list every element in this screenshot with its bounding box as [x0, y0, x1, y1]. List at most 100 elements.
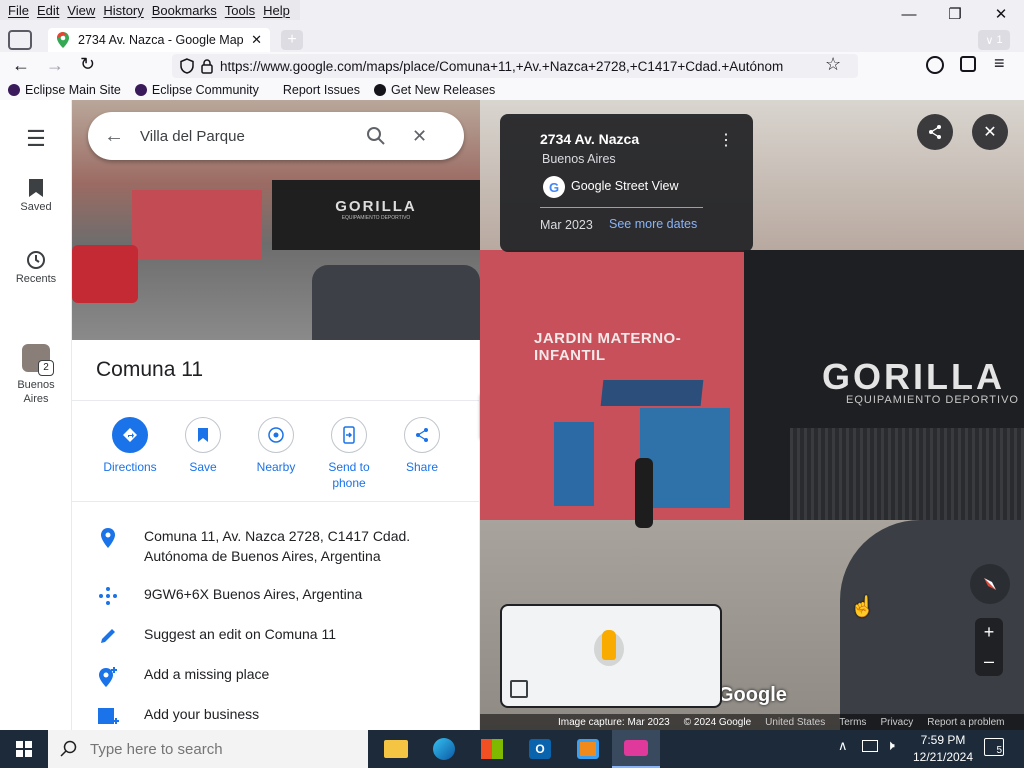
minimize-button[interactable]: —: [886, 0, 932, 28]
network-icon[interactable]: [862, 740, 878, 752]
tab-count: 1: [996, 34, 1003, 46]
bookmark-eclipse-community[interactable]: Eclipse Community: [134, 83, 259, 97]
nearby-button[interactable]: Nearby: [240, 417, 312, 475]
back-arrow-icon[interactable]: ←: [104, 125, 124, 148]
region-link[interactable]: United States: [765, 717, 825, 728]
bookmark-get-new-releases[interactable]: Get New Releases: [373, 83, 495, 97]
account-icon[interactable]: [926, 56, 944, 74]
notification-count: 5: [996, 745, 1002, 756]
bookmark-star-icon[interactable]: ☆: [825, 54, 841, 75]
search-icon: [60, 740, 77, 757]
pencil-icon: [101, 629, 115, 643]
rail-recent-place[interactable]: 2 Buenos Aires: [0, 344, 72, 406]
bookmark-report-issues[interactable]: Report Issues: [283, 83, 360, 97]
rail-recents[interactable]: Recents: [0, 250, 72, 285]
taskbar-clock[interactable]: 7:59 PM 12/21/2024: [912, 732, 974, 766]
menu-edit[interactable]: Edit: [33, 3, 63, 18]
app-menu-icon[interactable]: ≡: [994, 53, 1005, 74]
close-window-button[interactable]: ✕: [978, 0, 1024, 28]
shield-icon[interactable]: [180, 58, 194, 74]
fullscreen-icon[interactable]: [510, 680, 528, 698]
menu-bookmarks[interactable]: Bookmarks: [148, 3, 221, 18]
add-business-row[interactable]: Add your business: [72, 704, 480, 726]
taskbar-search[interactable]: [48, 730, 368, 768]
share-street-view-button[interactable]: [917, 114, 953, 150]
blue-awning: [600, 380, 704, 406]
maximize-button[interactable]: ❐: [932, 0, 978, 28]
parked-car: [312, 265, 480, 340]
nearby-icon: [258, 417, 294, 453]
url-bar[interactable]: https://www.google.com/maps/place/Comuna…: [172, 54, 858, 78]
menu-history[interactable]: History: [99, 3, 147, 18]
back-arrow-icon[interactable]: ←: [12, 55, 30, 76]
search-box: ← ✕: [88, 112, 464, 160]
new-tab-button[interactable]: +: [281, 30, 303, 50]
store-icon[interactable]: [468, 730, 516, 768]
pegman-icon[interactable]: [602, 630, 616, 660]
add-missing-place-row[interactable]: Add a missing place: [72, 664, 480, 688]
menu-tools[interactable]: Tools: [221, 3, 259, 18]
eclipse-icon: [134, 84, 147, 96]
store-sign-sub: EQUIPAMIENTO DEPORTIVO: [846, 394, 1019, 406]
tab-close-icon[interactable]: ✕: [251, 32, 262, 48]
bookmark-label: Eclipse Community: [151, 83, 259, 97]
firefox-taskbar-icon[interactable]: [612, 730, 660, 768]
chevron-up-icon[interactable]: ∧: [838, 738, 848, 754]
clock-date: 12/21/2024: [912, 750, 974, 764]
lock-icon[interactable]: [200, 58, 214, 74]
search-input[interactable]: [140, 127, 350, 145]
sv-city: Buenos Aires: [542, 152, 616, 166]
pedestrian: [635, 458, 653, 528]
report-problem-link[interactable]: Report a problem: [927, 717, 1004, 728]
firefox-view-icon[interactable]: [8, 30, 32, 50]
tab-google-maps[interactable]: 2734 Av. Nazca - Google Maps ✕: [48, 28, 270, 52]
edge-icon[interactable]: [420, 730, 468, 768]
close-street-view-button[interactable]: ✕: [972, 114, 1008, 150]
share-icon: [404, 417, 440, 453]
directions-button[interactable]: Directions: [94, 417, 166, 475]
zoom-in-button[interactable]: +: [975, 618, 1003, 647]
address-text: Comuna 11, Av. Nazca 2728, C1417 Cdad. A…: [144, 528, 411, 564]
bookmark-eclipse-main[interactable]: Eclipse Main Site: [8, 83, 121, 97]
zoom-out-button[interactable]: –: [975, 647, 1003, 676]
bookmark-label: Eclipse Main Site: [25, 83, 121, 97]
remote-desktop-icon[interactable]: [564, 730, 612, 768]
volume-muted-icon[interactable]: 🕨: [886, 737, 895, 754]
rail-saved[interactable]: Saved: [0, 178, 72, 213]
forward-arrow-icon[interactable]: →: [46, 55, 64, 76]
mini-map[interactable]: [500, 604, 722, 708]
outlook-icon[interactable]: O: [516, 730, 564, 768]
url-text[interactable]: https://www.google.com/maps/place/Comuna…: [220, 59, 820, 74]
file-explorer-icon[interactable]: [372, 730, 420, 768]
clock-time: 7:59 PM: [920, 733, 966, 747]
store-sign: GORILLA: [822, 356, 1005, 397]
add-place-icon: [99, 667, 117, 687]
taskbar-search-input[interactable]: [90, 740, 350, 758]
clear-search-icon[interactable]: ✕: [412, 126, 427, 147]
see-more-dates-link[interactable]: See more dates: [609, 217, 697, 231]
menu-view[interactable]: View: [63, 3, 99, 18]
notification-icon[interactable]: 5: [984, 738, 1004, 756]
streetview-watermark: Google: [718, 684, 787, 706]
menu-hamburger-icon[interactable]: ☰: [0, 126, 72, 152]
blue-door-left: [554, 422, 594, 506]
attribution-bar: Image capture: Mar 2023 © 2024 Google Un…: [480, 714, 1024, 730]
privacy-link[interactable]: Privacy: [880, 717, 913, 728]
search-icon[interactable]: [366, 126, 386, 146]
share-button[interactable]: Share: [386, 417, 458, 475]
start-button[interactable]: [0, 730, 48, 768]
menu-file[interactable]: File: [4, 3, 33, 18]
send-to-phone-button[interactable]: Send to phone: [313, 417, 385, 491]
plus-code-row[interactable]: 9GW6+6X Buenos Aires, Argentina: [72, 584, 480, 606]
list-all-tabs-button[interactable]: ∨ 1: [978, 30, 1010, 50]
suggest-edit-row[interactable]: Suggest an edit on Comuna 11: [72, 624, 480, 646]
extensions-icon[interactable]: [960, 56, 976, 72]
compass-icon[interactable]: [970, 564, 1010, 604]
menu-help[interactable]: Help: [259, 3, 294, 18]
terms-link[interactable]: Terms: [839, 717, 866, 728]
reload-icon[interactable]: ↻: [80, 54, 95, 75]
save-button[interactable]: Save: [167, 417, 239, 475]
more-options-icon[interactable]: ⋮: [718, 130, 734, 150]
share-icon: [929, 125, 941, 139]
address-row[interactable]: Comuna 11, Av. Nazca 2728, C1417 Cdad. A…: [72, 526, 480, 566]
